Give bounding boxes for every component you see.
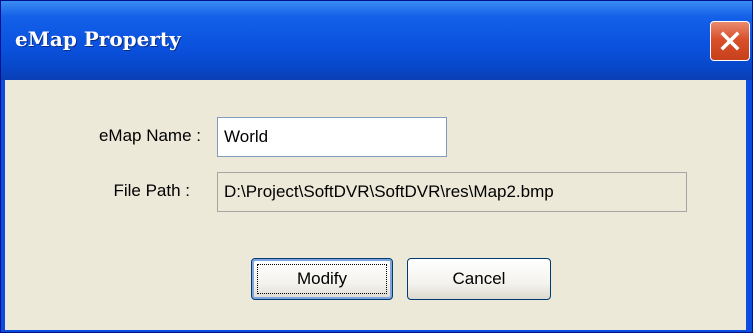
close-icon bbox=[720, 31, 740, 51]
modify-button[interactable]: Modify bbox=[251, 258, 393, 300]
emap-property-dialog: eMap Property eMap Name : World File Pat… bbox=[0, 0, 753, 333]
dialog-body: eMap Name : World File Path : D:\Project… bbox=[5, 80, 746, 330]
emap-name-input[interactable]: World bbox=[217, 117, 447, 157]
close-button[interactable] bbox=[710, 21, 750, 61]
focus-rectangle bbox=[257, 264, 387, 294]
cancel-button-label: Cancel bbox=[452, 269, 506, 288]
title-bar[interactable]: eMap Property bbox=[1, 1, 752, 80]
file-path-field: D:\Project\SoftDVR\SoftDVR\res\Map2.bmp bbox=[217, 172, 687, 212]
dialog-title: eMap Property bbox=[15, 27, 181, 51]
cancel-button[interactable]: Cancel bbox=[407, 258, 551, 300]
emap-name-label: eMap Name : bbox=[98, 126, 201, 145]
file-path-label: File Path : bbox=[113, 181, 190, 200]
